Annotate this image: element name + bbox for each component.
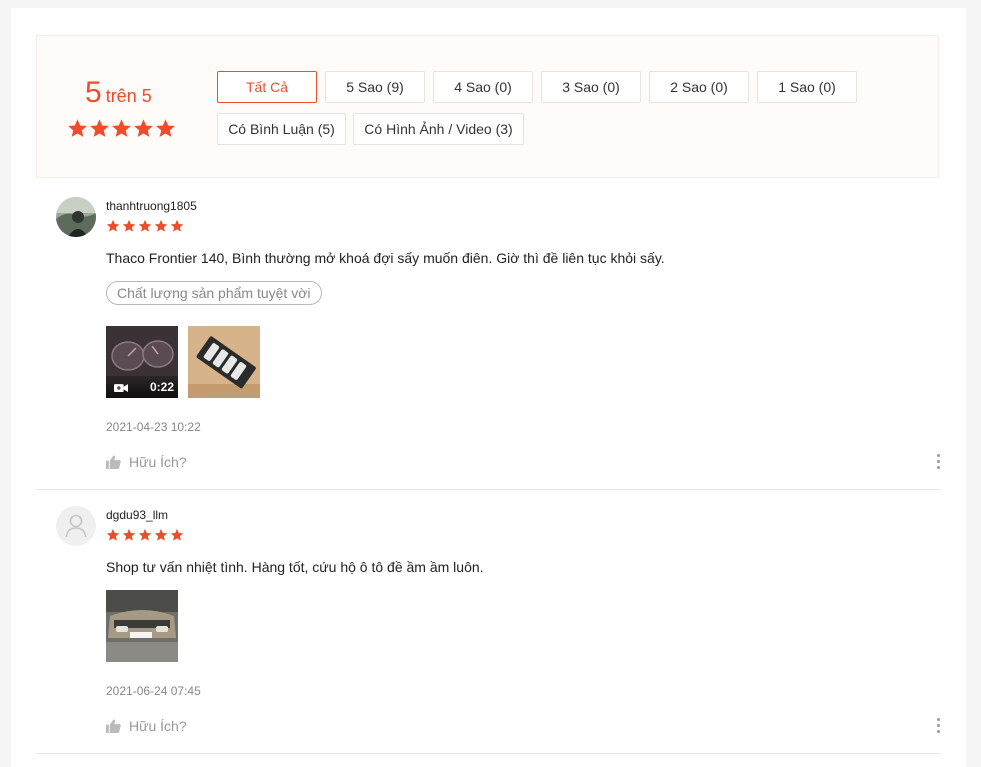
filter-3-star[interactable]: 3 Sao (0) — [541, 71, 641, 103]
filter-1-star[interactable]: 1 Sao (0) — [757, 71, 857, 103]
review-divider — [36, 753, 941, 754]
helpful-label: Hữu Ích? — [129, 454, 187, 470]
overall-stars — [67, 118, 176, 139]
review-comment: Thaco Frontier 140, Bình thường mở khoá … — [106, 250, 665, 266]
review-image-thumbnail[interactable] — [106, 590, 178, 662]
filter-with-media[interactable]: Có Hình Ảnh / Video (3) — [353, 113, 524, 145]
star-icon — [106, 528, 120, 541]
filter-2-star[interactable]: 2 Sao (0) — [649, 71, 749, 103]
star-icon — [154, 219, 168, 232]
star-icon — [112, 119, 131, 137]
filter-all[interactable]: Tất Cả — [217, 71, 317, 103]
helpful-button[interactable]: Hữu Ích? — [106, 718, 187, 734]
rating-summary: 5 trên 5 Tất Cả 5 Sao (9) 4 Sao (0) 3 Sao… — [36, 35, 939, 178]
review-stars — [106, 528, 184, 542]
star-icon — [170, 528, 184, 541]
avatar[interactable] — [56, 506, 96, 546]
star-icon — [138, 528, 152, 541]
review-date: 2021-06-24 07:45 — [106, 684, 201, 698]
overall-score: 5 trên 5 — [85, 76, 152, 110]
star-icon — [134, 119, 153, 137]
star-icon — [122, 219, 136, 232]
star-icon — [90, 119, 109, 137]
product-ratings-panel: 5 trên 5 Tất Cả 5 Sao (9) 4 Sao (0) 3 Sao… — [11, 8, 966, 767]
score-value: 5 — [85, 76, 102, 109]
car-photo — [106, 590, 178, 662]
helpful-button[interactable]: Hữu Ích? — [106, 454, 187, 470]
star-icon — [156, 119, 175, 137]
thumbs-up-icon — [106, 455, 121, 469]
more-options-icon[interactable] — [935, 454, 941, 469]
default-user-icon — [65, 514, 87, 538]
review-tag: Chất lượng sản phẩm tuyệt vời — [106, 281, 322, 305]
review-divider — [36, 489, 941, 490]
star-icon — [68, 119, 87, 137]
review-date: 2021-04-23 10:22 — [106, 420, 201, 434]
more-options-icon[interactable] — [935, 718, 941, 733]
review-username[interactable]: thanhtruong1805 — [106, 199, 197, 213]
review-video-thumbnail[interactable]: 0:22 — [106, 326, 178, 398]
star-icon — [154, 528, 168, 541]
helpful-label: Hữu Ích? — [129, 718, 187, 734]
user-photo-avatar — [56, 197, 96, 237]
filter-with-comment[interactable]: Có Bình Luận (5) — [217, 113, 346, 145]
review-username[interactable]: dgdu93_llm — [106, 508, 168, 522]
score-out-of: trên 5 — [105, 86, 152, 106]
filter-4-star[interactable]: 4 Sao (0) — [433, 71, 533, 103]
star-icon — [106, 219, 120, 232]
star-icon — [138, 219, 152, 232]
review-comment: Shop tư vấn nhiệt tình. Hàng tốt, cứu hộ… — [106, 559, 484, 575]
review-stars — [106, 219, 184, 233]
product-photo — [188, 326, 260, 398]
star-icon — [122, 528, 136, 541]
filter-5-star[interactable]: 5 Sao (9) — [325, 71, 425, 103]
review-image-thumbnail[interactable] — [188, 326, 260, 398]
video-camera-icon — [114, 384, 128, 392]
video-duration: 0:22 — [149, 380, 174, 394]
avatar[interactable] — [56, 197, 96, 237]
thumbs-up-icon — [106, 719, 121, 733]
star-icon — [170, 219, 184, 232]
